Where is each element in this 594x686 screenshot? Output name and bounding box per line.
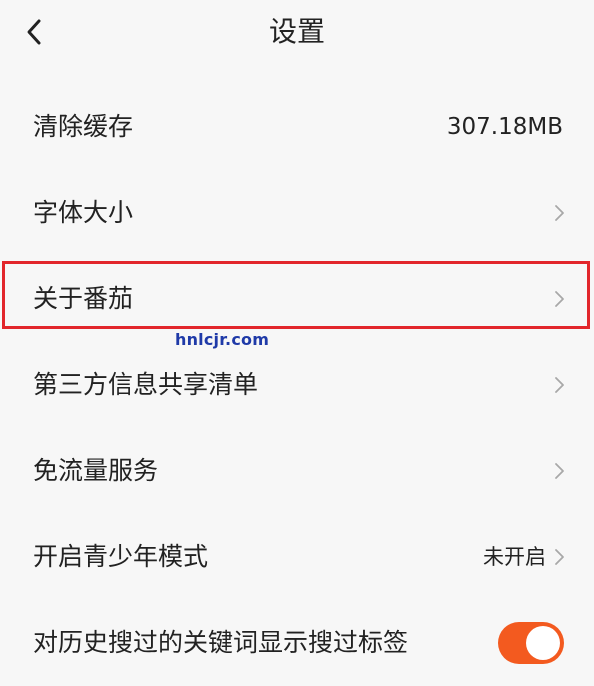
watermark-text: hnlcjr.com	[175, 330, 270, 349]
about-label: 关于番茄	[33, 284, 134, 313]
search-history-tag-row: 对历史搜过的关键词显示搜过标签	[0, 600, 594, 686]
chevron-right-icon	[555, 205, 564, 221]
toggle-knob	[526, 626, 560, 660]
chevron-right-icon	[555, 377, 564, 393]
chevron-right-icon	[555, 463, 564, 479]
teen-mode-label: 开启青少年模式	[33, 542, 209, 571]
clear-cache-row[interactable]: 清除缓存 307.18MB	[0, 84, 594, 170]
third-party-sharing-row[interactable]: 第三方信息共享清单	[0, 342, 594, 428]
header: 设置	[0, 0, 594, 66]
chevron-right-icon	[555, 291, 564, 307]
free-data-service-label: 免流量服务	[33, 456, 159, 485]
settings-list: 清除缓存 307.18MB 字体大小 关于番茄 第三方信息共享清单 免流量服务 …	[0, 84, 594, 686]
free-data-service-row[interactable]: 免流量服务	[0, 428, 594, 514]
font-size-row[interactable]: 字体大小	[0, 170, 594, 256]
teen-mode-row[interactable]: 开启青少年模式 未开启	[0, 514, 594, 600]
search-history-tag-label: 对历史搜过的关键词显示搜过标签	[33, 628, 409, 657]
page-title: 设置	[268, 15, 325, 48]
cache-size-value: 307.18MB	[446, 114, 563, 140]
about-row[interactable]: 关于番茄	[0, 256, 594, 342]
teen-mode-status: 未开启	[483, 545, 546, 569]
third-party-sharing-label: 第三方信息共享清单	[33, 370, 259, 399]
search-history-tag-toggle[interactable]	[498, 622, 564, 664]
font-size-label: 字体大小	[33, 198, 134, 227]
chevron-right-icon	[555, 549, 564, 565]
clear-cache-label: 清除缓存	[33, 112, 134, 141]
